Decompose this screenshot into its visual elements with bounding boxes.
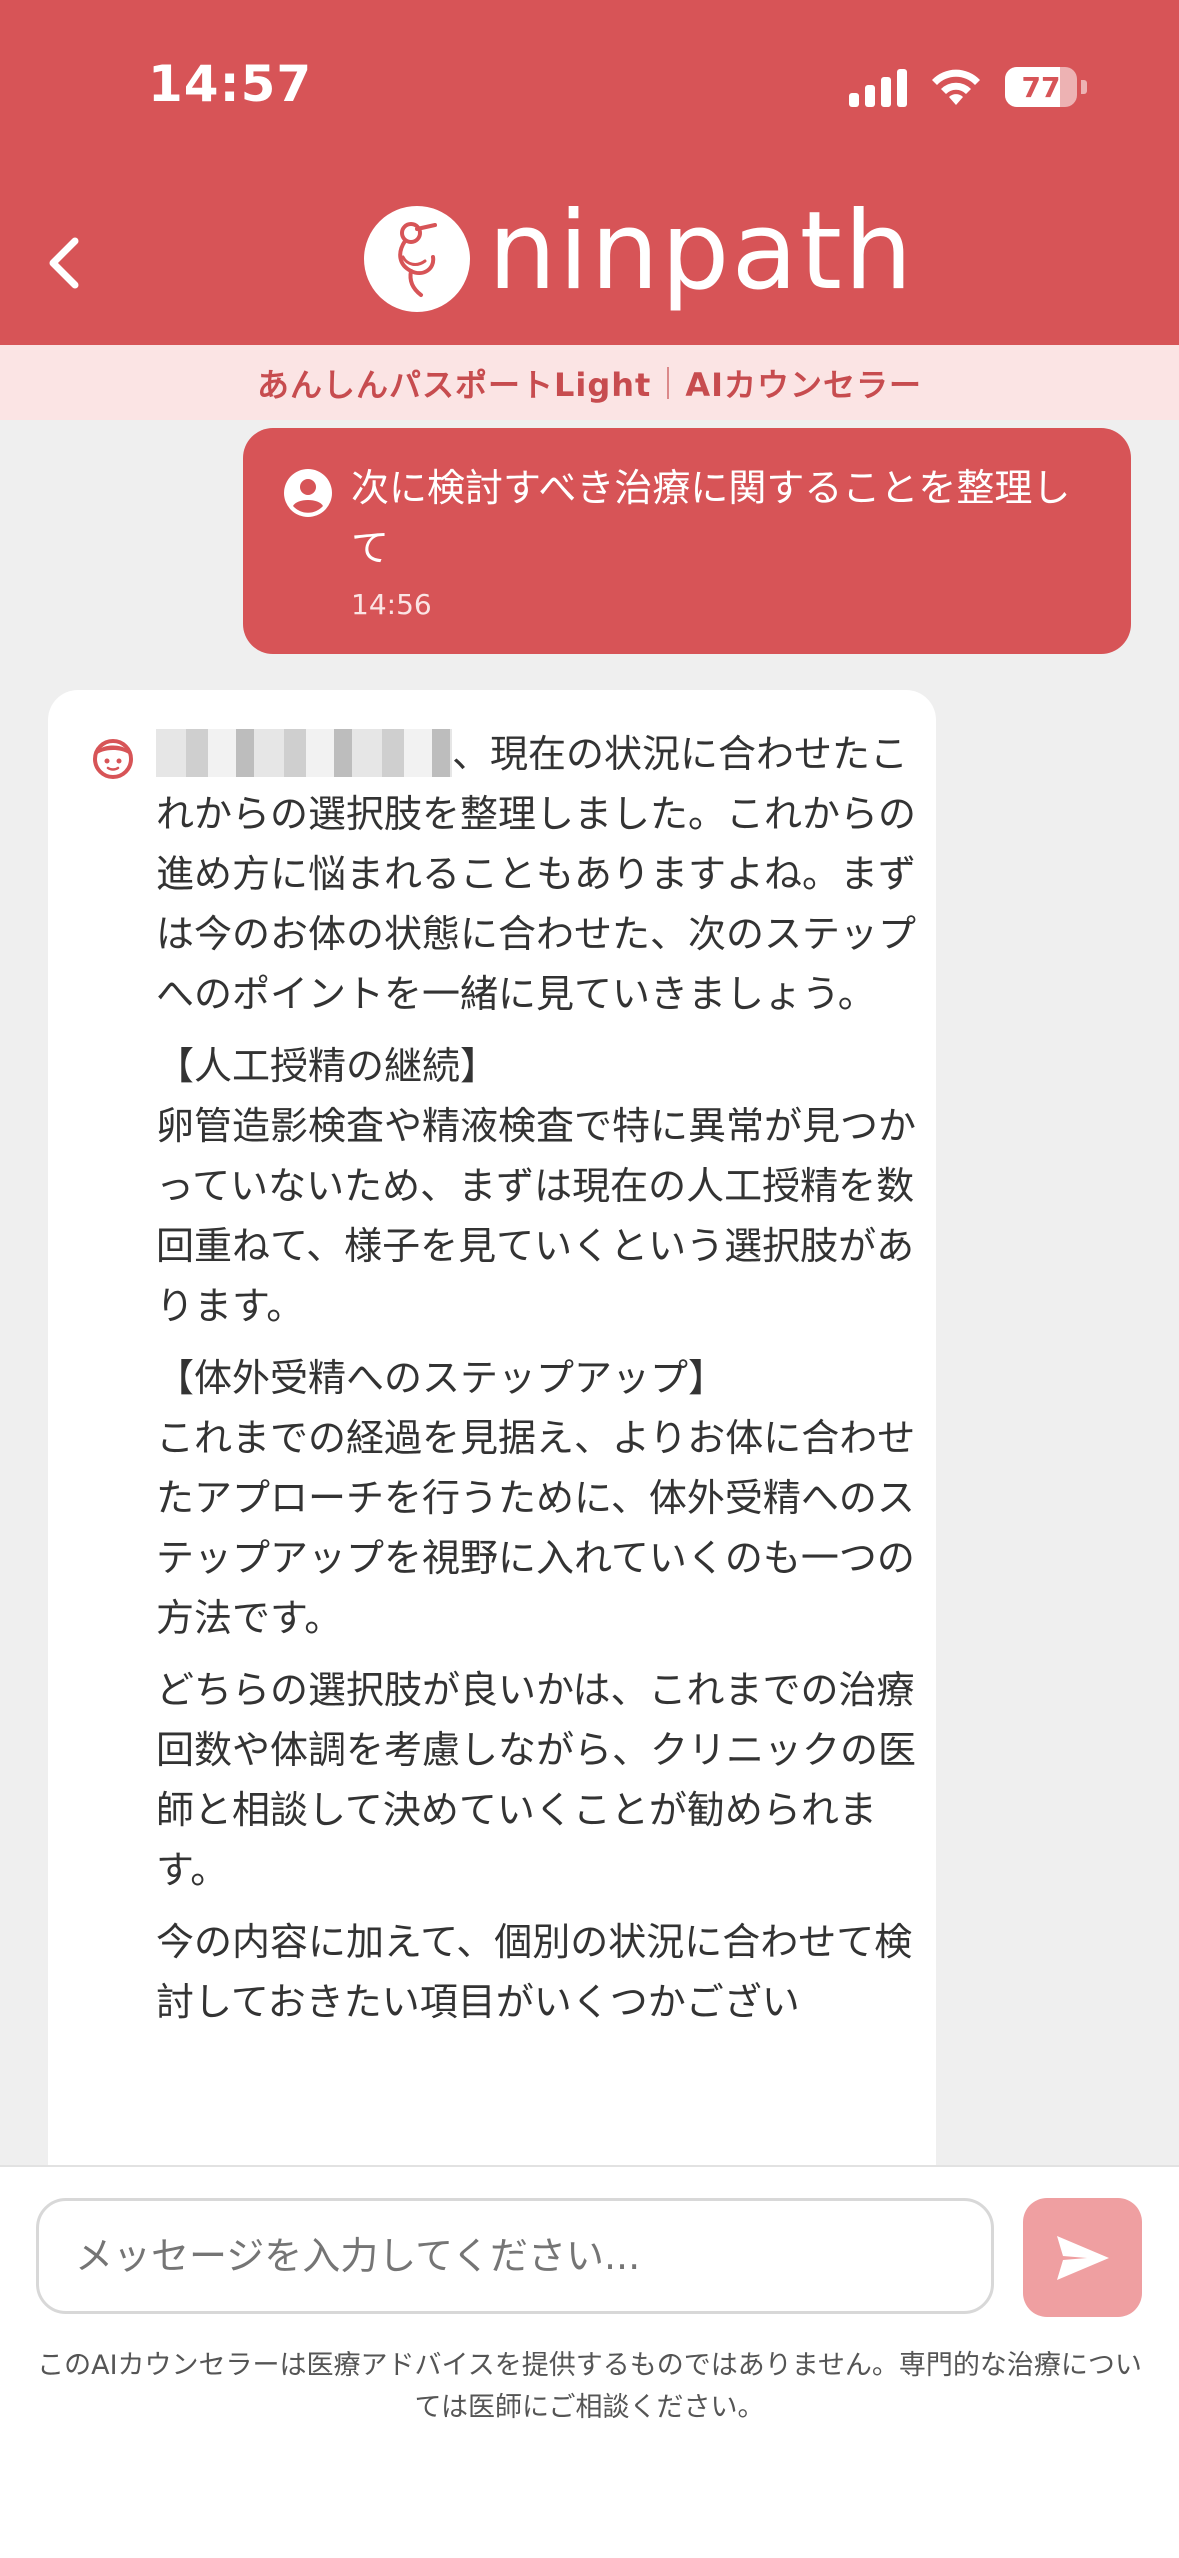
back-button[interactable] xyxy=(38,228,88,298)
composer-footer: このAIカウンセラーは医療アドバイスを提供するものではありません。専門的な治療に… xyxy=(0,2165,1179,2558)
user-message-text: 次に検討すべき治療に関することを整理して xyxy=(351,466,1071,570)
cellular-signal-icon xyxy=(849,67,907,107)
stork-logo-icon xyxy=(364,206,470,312)
status-time: 14:57 xyxy=(148,55,313,113)
plan-name: あんしんパスポートLight xyxy=(256,365,652,404)
ai-message-bubble: 、現在の状況に合わせたこれからの選択肢を整理しました。これからの進め方に悩まれる… xyxy=(48,690,936,2190)
ai-intro-paragraph: 、現在の状況に合わせたこれからの選択肢を整理しました。これからの進め方に悩まれる… xyxy=(156,724,916,1024)
battery-level: 77 xyxy=(1021,70,1061,104)
plan-banner: あんしんパスポートLight AIカウンセラー xyxy=(0,345,1179,420)
message-input[interactable] xyxy=(36,2198,994,2314)
status-icons: 77 xyxy=(849,62,1087,112)
ai-section-treatment-continue: 【人工授精の継続】卵管造影検査や精液検査で特に異常が見つかっていないため、まずは… xyxy=(156,1036,916,1336)
section-body: これまでの経過を見据え、よりお体に合わせたアプローチを行うために、体外受精へのス… xyxy=(156,1416,916,1640)
medical-disclaimer: このAIカウンセラーは医療アドバイスを提供するものではありません。専門的な治療に… xyxy=(37,2350,1142,2423)
user-message-bubble: 次に検討すべき治療に関することを整理して 14:56 xyxy=(243,428,1131,654)
chevron-left-icon xyxy=(49,237,79,289)
wifi-icon xyxy=(932,69,980,105)
ai-paragraph-consult: どちらの選択肢が良いかは、これまでの治療回数や体調を考慮しながら、クリニックの医… xyxy=(156,1668,917,1892)
send-icon xyxy=(1056,2235,1109,2280)
redacted-name xyxy=(156,728,452,777)
ai-message-text: 、現在の状況に合わせたこれからの選択肢を整理しました。これからの進め方に悩まれる… xyxy=(156,724,916,2044)
user-avatar-icon xyxy=(284,469,332,517)
ai-counselor-avatar-icon xyxy=(93,739,133,779)
section-body: 卵管造影検査や精液検査で特に異常が見つかっていないため、まずは現在の人工授精を数… xyxy=(156,1104,917,1328)
battery-icon: 77 xyxy=(1005,67,1077,107)
send-button[interactable] xyxy=(1023,2198,1142,2317)
ai-section-ivf-stepup: 【体外受精へのステップアップ】これまでの経過を見据え、よりお体に合わせたアプロー… xyxy=(156,1348,916,1648)
section-title: 【人工授精の継続】 xyxy=(156,1044,499,1088)
user-message-time: 14:56 xyxy=(351,588,432,621)
divider xyxy=(667,366,670,399)
section-title: 【体外受精へのステップアップ】 xyxy=(156,1356,727,1400)
ai-paragraph-next: 今の内容に加えて、個別の状況に合わせて検討しておきたい項目がいくつかござい xyxy=(156,1920,913,2024)
app-logo: ninpath xyxy=(364,198,914,315)
service-name: AIカウンセラー xyxy=(685,365,923,404)
app-header: 14:57 77 ninpath xyxy=(0,0,1179,345)
logo-wordmark: ninpath xyxy=(488,189,915,314)
